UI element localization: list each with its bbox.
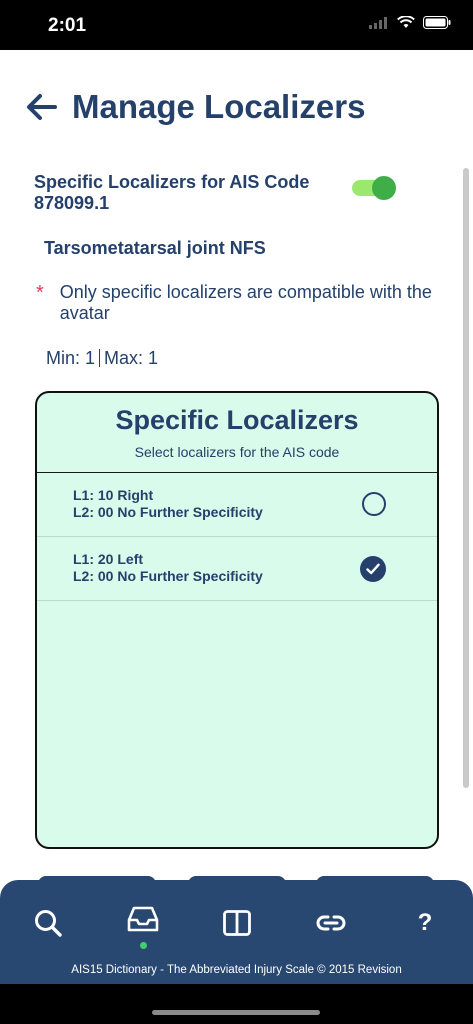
tab-bar-edge (0, 876, 473, 884)
arrow-left-icon (27, 94, 57, 120)
tab-search[interactable] (31, 906, 65, 940)
home-indicator-area (0, 984, 473, 1024)
specific-localizers-toggle-row: Specific Localizers for AIS Code 878099.… (34, 172, 434, 214)
wifi-icon (397, 16, 415, 28)
scrollbar[interactable] (463, 168, 469, 788)
status-time: 2:01 (48, 15, 87, 36)
required-asterisk: * (36, 282, 44, 304)
inbox-icon (127, 906, 159, 932)
localizer-row-20-left[interactable]: L1: 20 Left L2: 00 No Further Specificit… (37, 537, 437, 601)
toggle-knob (372, 176, 396, 200)
specific-localizers-panel: Specific Localizers Select localizers fo… (35, 391, 439, 849)
cellular-signal-icon (369, 16, 387, 29)
active-tab-indicator (140, 942, 147, 949)
app-screen: Manage Localizers Specific Localizers fo… (0, 50, 473, 984)
bottom-tab-bar: ? AIS15 Dictionary - The Abbreviated Inj… (0, 876, 473, 984)
back-button[interactable] (24, 90, 58, 124)
localizer-l2: L2: 00 No Further Specificity (73, 504, 263, 520)
localizer-row-10-right[interactable]: L1: 10 Right L2: 00 No Further Specifici… (37, 473, 437, 537)
help-icon: ? (417, 909, 433, 936)
min-max-limits: Min: 1 Max: 1 (46, 348, 158, 369)
tab-links[interactable] (314, 906, 348, 940)
checkmark-circle-icon[interactable] (360, 556, 386, 582)
search-icon (35, 910, 62, 937)
localizer-l1: L1: 20 Left (73, 551, 144, 567)
ais-code-description: Tarsometatarsal joint NFS (44, 238, 266, 258)
tab-columns[interactable] (220, 906, 254, 940)
status-icons (369, 16, 451, 29)
status-bar: 2:01 (0, 0, 473, 50)
specific-localizers-toggle[interactable] (352, 176, 396, 200)
battery-icon (423, 16, 451, 29)
tab-inbox[interactable] (126, 902, 160, 936)
home-indicator[interactable] (152, 1010, 320, 1015)
compatibility-note: * Only specific localizers are compatibl… (36, 282, 446, 324)
min-label: Min: 1 (46, 348, 96, 368)
page-title: Manage Localizers (72, 88, 366, 125)
toggle-label: Specific Localizers for AIS Code 878099.… (34, 172, 310, 213)
tab-help[interactable]: ? (408, 906, 442, 940)
localizer-l1: L1: 10 Right (73, 487, 154, 503)
radio-unchecked-icon[interactable] (362, 492, 386, 516)
note-text: Only specific localizers are compatible … (59, 282, 432, 323)
max-label: Max: 1 (104, 348, 159, 368)
link-icon (316, 915, 346, 931)
footer-text: AIS15 Dictionary - The Abbreviated Injur… (71, 964, 402, 976)
min-max-separator (99, 349, 101, 367)
panel-title: Specific Localizers (115, 405, 359, 435)
page-header: Manage Localizers (24, 88, 365, 126)
localizer-l2: L2: 00 No Further Specificity (73, 568, 263, 584)
columns-icon (223, 910, 251, 936)
panel-subtitle: Select localizers for the AIS code (134, 444, 340, 460)
